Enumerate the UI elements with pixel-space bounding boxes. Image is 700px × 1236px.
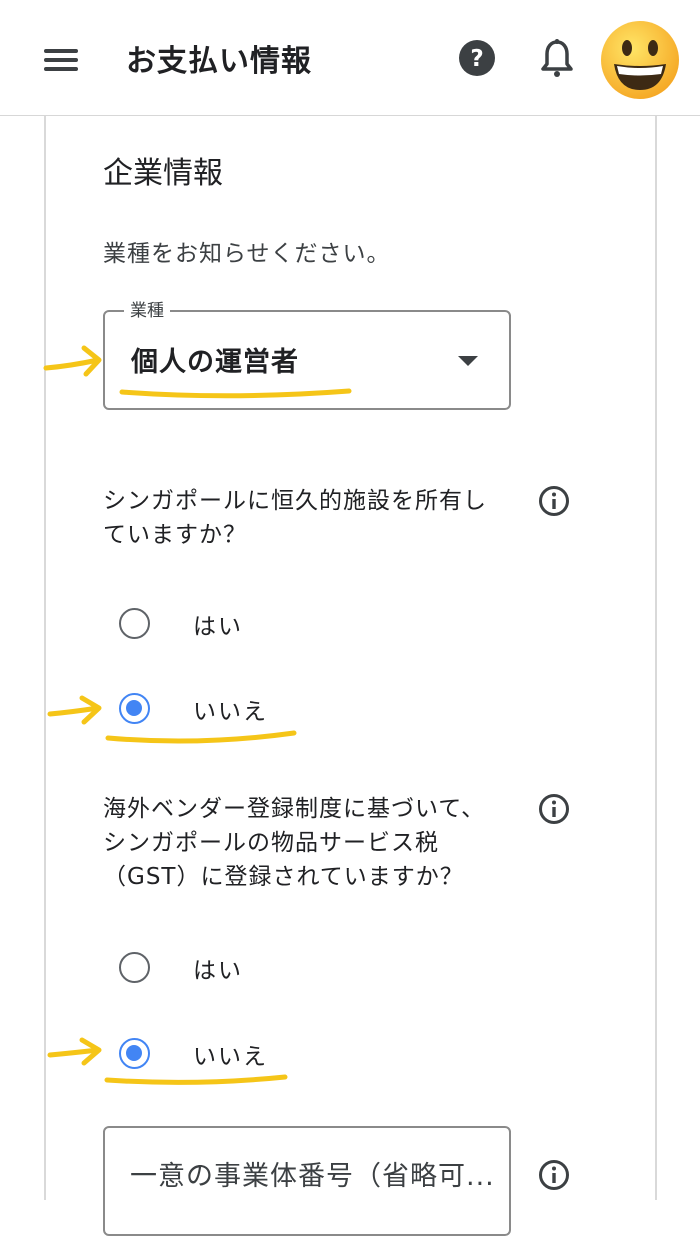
dropdown-arrow-icon[interactable] [458,356,478,366]
industry-prompt: 業種をお知らせください。 [103,241,391,267]
page-title: お支払い情報 [126,44,312,79]
info-icon[interactable] [538,485,570,517]
radio-q1-no[interactable] [119,693,150,724]
avatar-emoji-icon[interactable] [598,18,682,102]
bell-icon[interactable] [538,38,576,80]
radio-q1-no-label[interactable]: いいえ [193,692,268,726]
menu-icon[interactable] [40,40,80,80]
industry-select-value[interactable]: 個人の運営者 [131,340,299,379]
radio-q2-no-label[interactable]: いいえ [193,1037,268,1071]
question-line: （GST）に登録されていますか？ [103,864,464,890]
business-id-field-label[interactable]: 一意の事業体番号（省略可... [130,1154,495,1193]
question-line: シンガポールの物品サービス税 [103,830,439,856]
radio-q2-yes-label[interactable]: はい [193,951,243,985]
app-bar: お支払い情報 ? [0,0,700,116]
info-icon[interactable] [538,793,570,825]
question-permanent-establishment: シンガポールに恒久的施設を所有し ていますか？ [103,484,523,552]
section-title: 企業情報 [103,156,223,191]
industry-select-label: 業種 [124,296,170,321]
info-icon[interactable] [538,1159,570,1191]
question-line: ていますか？ [103,522,247,548]
radio-q2-no[interactable] [119,1038,150,1069]
svg-text:?: ? [470,46,483,72]
question-line: 海外ベンダー登録制度に基づいて、 [103,796,486,822]
radio-q1-yes-label[interactable]: はい [193,607,243,641]
question-line: シンガポールに恒久的施設を所有し [103,488,487,514]
question-gst-registration: 海外ベンダー登録制度に基づいて、 シンガポールの物品サービス税 （GST）に登録… [103,792,523,894]
radio-q1-yes[interactable] [119,608,150,639]
radio-q2-yes[interactable] [119,952,150,983]
help-icon[interactable]: ? [457,38,497,78]
